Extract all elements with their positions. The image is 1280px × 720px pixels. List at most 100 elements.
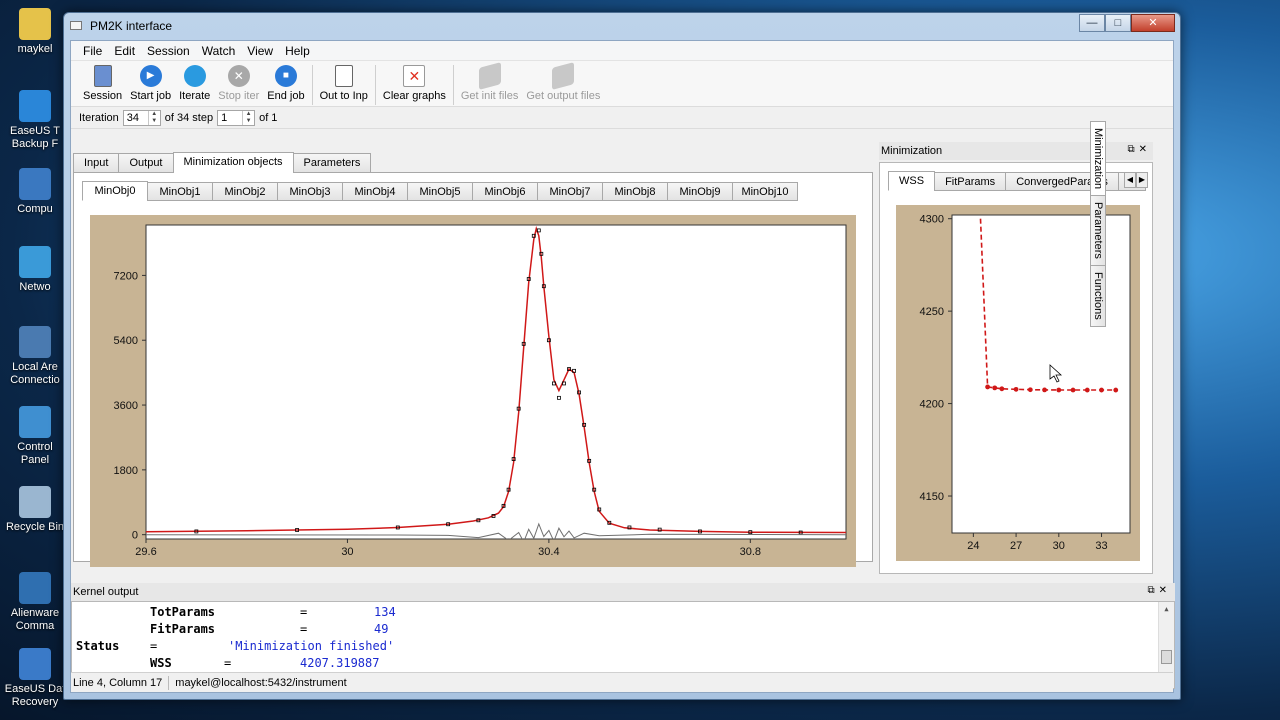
menu-file[interactable]: File	[77, 44, 108, 58]
desktop-icon-easeus-t-backup-f[interactable]: EaseUS T Backup F	[2, 90, 68, 151]
desktop-app-icon	[19, 168, 51, 200]
side-tab-parameters[interactable]: Parameters	[1090, 195, 1106, 266]
wss-point	[1027, 387, 1033, 393]
wss-point	[1084, 387, 1090, 393]
dock-title: Minimization	[881, 145, 943, 157]
title-bar: PM2K interface — □ ✕	[64, 13, 1180, 39]
iterate-button[interactable]: Iterate	[175, 65, 214, 102]
x-tick-label: 30	[1053, 540, 1065, 552]
end-stop-icon: ■	[274, 65, 297, 87]
close-button[interactable]: ✕	[1131, 14, 1175, 32]
tab-minobj0[interactable]: MinObj0	[82, 181, 148, 201]
wss-point	[985, 384, 990, 390]
tab-fitparams[interactable]: FitParams	[934, 172, 1007, 191]
tab-scroll-right-icon[interactable]: ▶	[1136, 172, 1148, 188]
menu-bar: File Edit Session Watch View Help	[71, 41, 1173, 61]
toolbar-label: Get init files	[460, 90, 519, 102]
y-tick-label: 4150	[920, 491, 944, 503]
tab-minobj5[interactable]: MinObj5	[407, 182, 473, 201]
tab-output[interactable]: Output	[118, 153, 174, 172]
y-tick-label: 1800	[114, 465, 138, 477]
menu-watch[interactable]: Watch	[196, 44, 242, 58]
float-icon[interactable]: ⧉	[1127, 144, 1138, 155]
y-tick-label: 4300	[920, 214, 944, 226]
tab-scroll-left-icon[interactable]: ◀	[1124, 172, 1136, 188]
menu-session[interactable]: Session	[141, 44, 196, 58]
session-button[interactable]: Session	[79, 65, 126, 102]
desktop-icon-label: Recycle Bin	[5, 521, 65, 533]
desktop-icon-recycle-bin[interactable]: Recycle Bin	[2, 486, 68, 534]
tab-input[interactable]: Input	[73, 153, 120, 172]
minobj-tabs: MinObj0 MinObj1 MinObj2 MinObj3 MinObj4 MinOb…	[82, 181, 798, 201]
desktop-app-icon	[19, 246, 51, 278]
menu-help[interactable]: Help	[279, 44, 316, 58]
spin-arrows-icon[interactable]: ▲ ▼	[147, 110, 160, 125]
tab-minobj10[interactable]: MinObj10	[732, 182, 798, 201]
wss-point	[1070, 387, 1076, 393]
out-to-inp-button[interactable]: Out to Inp	[316, 65, 372, 102]
desktop-app-icon	[19, 8, 51, 40]
toolbar-label: Start job	[130, 90, 172, 102]
step-spinbox[interactable]: 1 ▲ ▼	[217, 109, 256, 126]
minimize-button[interactable]: —	[1079, 14, 1105, 32]
tab-minobj9[interactable]: MinObj9	[667, 182, 733, 201]
desktop-icon-netwo[interactable]: Netwo	[2, 246, 68, 294]
desktop-icon-easeus-dat-recovery[interactable]: EaseUS Dat Recovery	[2, 648, 68, 709]
tab-minobj3[interactable]: MinObj3	[277, 182, 343, 201]
minimization-dock: Minimization ⧉✕ WSS FitParams ConvergedPar…	[879, 142, 1153, 574]
close-panel-icon[interactable]: ✕	[1159, 585, 1171, 596]
desktop-icon-control-panel[interactable]: Control Panel	[2, 406, 68, 467]
maximize-button[interactable]: □	[1105, 14, 1131, 32]
clear-graphs-button[interactable]: ✕ Clear graphs	[379, 65, 450, 102]
desktop-icon-label: EaseUS T Backup F	[10, 125, 60, 150]
iteration-spinbox[interactable]: 34 ▲ ▼	[122, 109, 161, 126]
x-tick-label: 30.8	[740, 546, 761, 558]
side-tab-functions[interactable]: Functions	[1090, 265, 1106, 327]
tab-minobj6[interactable]: MinObj6	[472, 182, 538, 201]
get-output-files-button[interactable]: Get output files	[522, 62, 604, 102]
desktop-icon-alienware-comma[interactable]: Alienware Comma	[2, 572, 68, 633]
desktop-icon-local-are-connectio[interactable]: Local Are Connectio	[2, 326, 68, 387]
kernel-param-value: 'Minimization finished'	[228, 639, 395, 653]
desktop-icon-maykel[interactable]: maykel	[2, 8, 68, 56]
pattern-chart-frame: 29.6 30 30.4 30.8 0 1800 3600 5400 7200	[90, 215, 856, 567]
wss-point	[1099, 387, 1104, 393]
x-tick-label: 33	[1095, 540, 1107, 552]
get-init-files-button[interactable]: Get init files	[457, 62, 522, 102]
wss-point	[1042, 387, 1047, 393]
kernel-equals: =	[300, 622, 308, 636]
main-tabs: Input Output Minimization objects Parameter…	[71, 152, 873, 173]
close-dock-icon[interactable]: ✕	[1139, 144, 1151, 155]
desktop-app-icon	[19, 486, 51, 518]
toolbar-label: End job	[267, 90, 305, 102]
wss-point	[1113, 387, 1119, 393]
tab-minobj8[interactable]: MinObj8	[602, 182, 668, 201]
side-tab-minimization[interactable]: Minimization	[1090, 121, 1106, 197]
tab-minobj2[interactable]: MinObj2	[212, 182, 278, 201]
tab-minobj7[interactable]: MinObj7	[537, 182, 603, 201]
stop-iter-button[interactable]: ✕ Stop iter	[214, 65, 263, 102]
scroll-up-icon[interactable]: ▲	[1159, 602, 1174, 616]
end-job-button[interactable]: ■ End job	[263, 65, 308, 102]
kernel-param-name: WSS	[150, 656, 172, 670]
toolbar-label: Clear graphs	[382, 90, 446, 102]
tab-parameters[interactable]: Parameters	[292, 153, 372, 172]
desktop-icon-compu[interactable]: Compu	[2, 168, 68, 216]
dock-title-bar: Minimization ⧉✕	[879, 142, 1153, 160]
float-icon[interactable]: ⧉	[1147, 585, 1158, 596]
side-tabs: Minimization Parameters Functions	[1090, 121, 1108, 327]
scroll-thumb[interactable]	[1161, 650, 1172, 664]
start-job-button[interactable]: ▶ Start job	[126, 65, 175, 102]
menu-view[interactable]: View	[241, 44, 279, 58]
spin-arrows-icon[interactable]: ▲ ▼	[242, 110, 254, 125]
tab-minobj4[interactable]: MinObj4	[342, 182, 408, 201]
iteration-row: Iteration 34 ▲ ▼ of 34 step 1 ▲ ▼ of 1	[71, 107, 1173, 129]
tab-minimization-objects[interactable]: Minimization objects	[172, 152, 294, 173]
menu-edit[interactable]: Edit	[108, 44, 141, 58]
tab-minobj1[interactable]: MinObj1	[147, 182, 213, 201]
desktop-icon-label: EaseUS Dat Recovery	[4, 683, 66, 708]
plot-area	[145, 224, 847, 540]
dock-body: WSSFitParamsConvergedParamsL ◀ ▶ 2427303…	[879, 162, 1153, 574]
main-panel: Input Output Minimization objects Parameter…	[71, 152, 873, 567]
tab-wss[interactable]: WSS	[888, 171, 936, 191]
